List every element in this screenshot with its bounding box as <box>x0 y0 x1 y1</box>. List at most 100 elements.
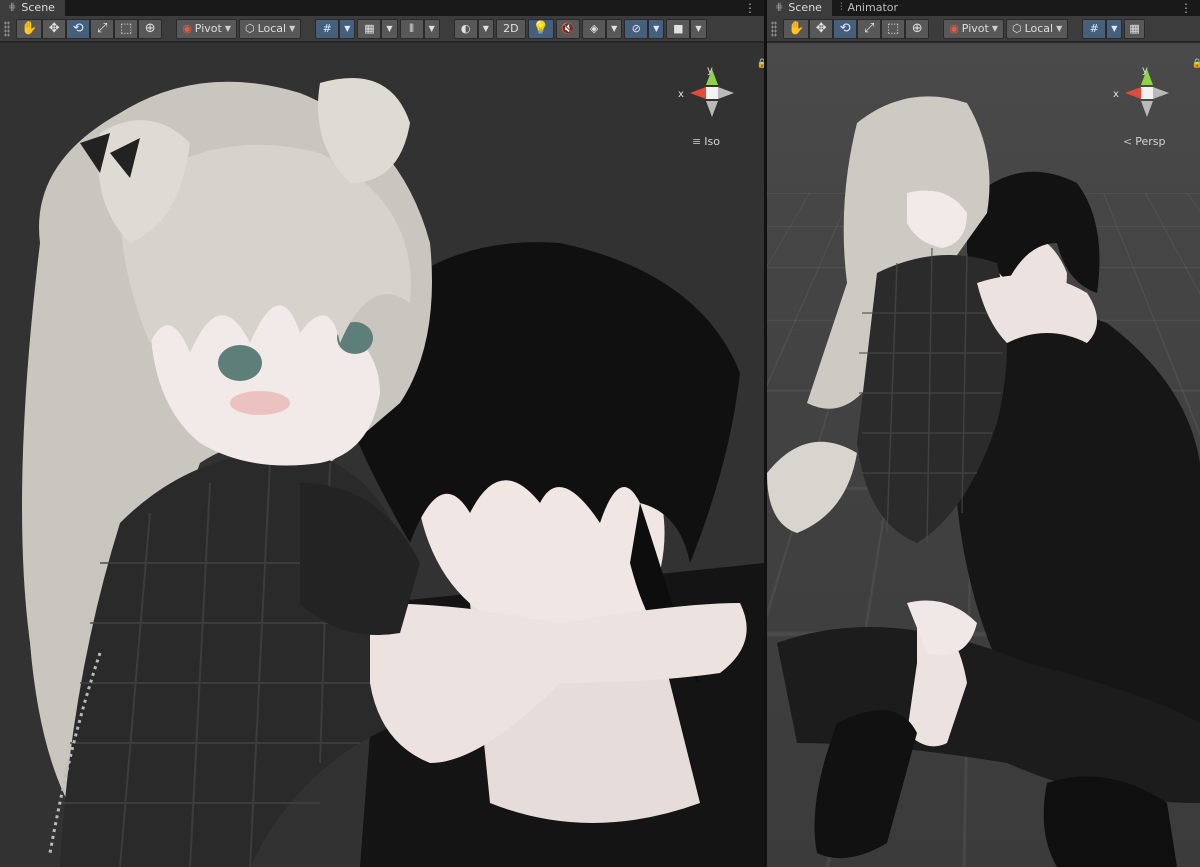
increment-group: ⦀ ▼ <box>399 18 440 39</box>
tool-group: ✋ ✥ ⟲ ⤢ ⬚ ⊕ <box>16 18 163 39</box>
chevron-down-icon[interactable]: ▼ <box>606 18 623 39</box>
camera-group: ■ ▼ <box>666 18 707 39</box>
grid-snap-icon[interactable]: # <box>315 18 340 39</box>
space-label: Local <box>1024 22 1054 35</box>
2d-mode-button[interactable]: 2D <box>495 18 526 39</box>
chevron-down-icon[interactable]: ▼ <box>381 18 398 39</box>
orientation-gizmo[interactable]: x y 🔒 <box>676 59 764 125</box>
snap-group: # ▼ <box>315 18 356 39</box>
effects-group: ◈ ▼ <box>582 18 623 39</box>
gizmo-y-label: y <box>1142 65 1148 76</box>
lighting-icon[interactable]: 💡 <box>527 18 555 39</box>
axis-gizmo-icon[interactable]: x y <box>676 65 748 125</box>
grid-icon: ⋕ <box>8 2 17 13</box>
tab-animator[interactable]: ⫶ Animator <box>832 0 908 16</box>
projection-toggle[interactable]: < Persp <box>1123 135 1165 148</box>
tab-scene[interactable]: ⋕ Scene <box>0 0 65 16</box>
tool-group: ✋ ✥ ⟲ ⤢ ⬚ ⊕ <box>783 18 930 39</box>
girl-blush <box>230 391 290 415</box>
scene-characters-full[interactable] <box>767 43 1200 867</box>
pivot-dropdown[interactable]: ◉ Pivot ▼ <box>176 18 237 39</box>
cube-icon: ⬡ <box>1011 22 1022 35</box>
ear-prop <box>767 441 857 533</box>
pivot-icon: ◉ <box>182 22 192 35</box>
toolbar-grip[interactable] <box>771 20 777 37</box>
axis-gizmo-icon[interactable]: x y <box>1111 65 1183 125</box>
chevron-down-icon: ▼ <box>224 24 231 33</box>
projection-label: Persp <box>1135 135 1166 148</box>
space-label: Local <box>257 22 287 35</box>
effects-icon[interactable]: ◈ <box>582 18 607 39</box>
rect-tool-icon[interactable]: ⬚ <box>114 18 139 39</box>
rotate-tool-icon[interactable]: ⟲ <box>66 18 91 39</box>
scene-view-right[interactable]: ⋕ Scene ⫶ Animator ⋮ ✋ ✥ ⟲ ⤢ ⬚ ⊕ ◉ Pivot… <box>767 0 1200 867</box>
pivot-dropdown[interactable]: ◉ Pivot ▼ <box>943 18 1004 39</box>
scale-tool-icon[interactable]: ⤢ <box>857 18 882 39</box>
snap-group: # ▼ <box>1082 18 1123 39</box>
chevron-down-icon: ▼ <box>991 24 998 33</box>
shading-mode-icon[interactable]: ◐ <box>453 18 478 39</box>
persp-icon: < <box>1123 135 1133 148</box>
scene-characters-closeup[interactable] <box>0 43 764 867</box>
lock-icon[interactable]: 🔒 <box>757 59 764 69</box>
space-dropdown[interactable]: ⬡ Local ▼ <box>1005 18 1069 39</box>
tab-bar: ⋕ Scene ⫶ Animator ⋮ <box>767 0 1200 16</box>
toolbar-grip[interactable] <box>4 20 10 37</box>
rotate-tool-icon[interactable]: ⟲ <box>833 18 858 39</box>
grid-visibility-icon[interactable]: ▦ <box>357 18 382 39</box>
scene-viewport[interactable]: x y 🔒 < Persp <box>767 43 1200 867</box>
gizmo-x-label: x <box>678 89 684 100</box>
gizmo-x-label: x <box>1113 89 1119 100</box>
lock-icon[interactable]: 🔒 <box>1192 59 1200 69</box>
gizmo-y-label: y <box>707 65 713 76</box>
transform-tool-icon[interactable]: ⊕ <box>905 18 930 39</box>
scene-toolbar: ✋ ✥ ⟲ ⤢ ⬚ ⊕ ◉ Pivot ▼ ⬡ Local ▼ # ▼ ▦ ▼ … <box>0 16 764 42</box>
projection-label: Iso <box>704 135 720 148</box>
hand-tool-icon[interactable]: ✋ <box>783 18 810 39</box>
animator-icon: ⫶ <box>839 2 843 13</box>
more-options-icon[interactable]: ⋮ <box>744 0 756 16</box>
pivot-label: Pivot <box>194 22 222 35</box>
scene-view-left[interactable]: ⋕ Scene ⋮ ✋ ✥ ⟲ ⤢ ⬚ ⊕ ◉ Pivot ▼ ⬡ Local … <box>0 0 764 867</box>
more-options-icon[interactable]: ⋮ <box>1180 0 1192 16</box>
camera-icon[interactable]: ■ <box>666 18 691 39</box>
tab-label: Scene <box>788 1 822 14</box>
hand-tool-icon[interactable]: ✋ <box>16 18 43 39</box>
tab-bar: ⋕ Scene ⋮ <box>0 0 764 16</box>
grid-group: ▦ ▼ <box>357 18 398 39</box>
tab-label: Animator <box>847 1 899 14</box>
chevron-down-icon[interactable]: ▼ <box>477 18 494 39</box>
chevron-down-icon[interactable]: ▼ <box>648 18 665 39</box>
transform-tool-icon[interactable]: ⊕ <box>138 18 163 39</box>
grid-visibility-icon[interactable]: ▦ <box>1124 18 1145 39</box>
draw-mode-group: ◐ ▼ <box>453 18 494 39</box>
tab-label: Scene <box>21 1 55 14</box>
chevron-down-icon: ▼ <box>289 24 296 33</box>
hidden-objects-icon[interactable]: ⊘ <box>624 18 649 39</box>
rect-tool-icon[interactable]: ⬚ <box>881 18 906 39</box>
audio-icon[interactable]: 🔇 <box>556 18 581 39</box>
increment-snap-icon[interactable]: ⦀ <box>399 18 424 39</box>
chevron-down-icon: ▼ <box>1056 24 1063 33</box>
space-dropdown[interactable]: ⬡ Local ▼ <box>238 18 302 39</box>
orientation-gizmo[interactable]: x y 🔒 <box>1111 59 1200 125</box>
girl-eye-left <box>218 345 262 381</box>
chevron-down-icon[interactable]: ▼ <box>423 18 440 39</box>
chevron-down-icon[interactable]: ▼ <box>690 18 707 39</box>
scene-toolbar: ✋ ✥ ⟲ ⤢ ⬚ ⊕ ◉ Pivot ▼ ⬡ Local ▼ # ▼ ▦ <box>767 16 1200 42</box>
tab-scene[interactable]: ⋕ Scene <box>767 0 832 16</box>
cube-icon: ⬡ <box>244 22 255 35</box>
pivot-label: Pivot <box>961 22 989 35</box>
grid-snap-icon[interactable]: # <box>1082 18 1107 39</box>
visibility-group: ⊘ ▼ <box>624 18 665 39</box>
iso-icon: ≡ <box>692 135 702 148</box>
scale-tool-icon[interactable]: ⤢ <box>90 18 115 39</box>
projection-toggle[interactable]: ≡ Iso <box>692 135 720 148</box>
grid-icon: ⋕ <box>775 2 784 13</box>
scene-viewport[interactable]: x y 🔒 ≡ Iso <box>0 43 764 867</box>
chevron-down-icon[interactable]: ▼ <box>1106 18 1123 39</box>
pivot-icon: ◉ <box>949 22 959 35</box>
chevron-down-icon[interactable]: ▼ <box>339 18 356 39</box>
move-tool-icon[interactable]: ✥ <box>42 18 67 39</box>
move-tool-icon[interactable]: ✥ <box>809 18 834 39</box>
